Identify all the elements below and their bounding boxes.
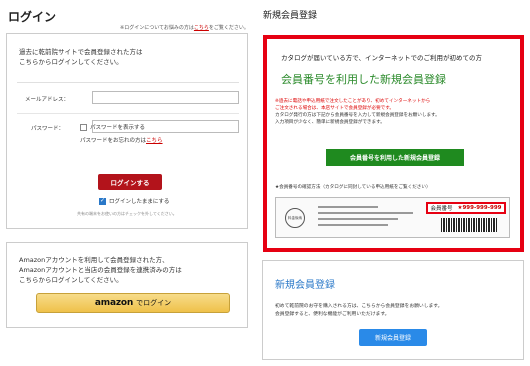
amazon-login-button[interactable]: amazon でログイン <box>36 293 230 313</box>
address-lines <box>318 206 418 230</box>
catalog-warning: ※過去に電話や申込用紙で注文したことがあり、初めてインターネットから ご注文され… <box>275 99 520 112</box>
login-help-link[interactable]: こちら <box>194 25 209 31</box>
member-number-help: ★会員番号の確認方法（カタログに同封している申込用紙をご覧ください） <box>275 185 431 190</box>
forgot-password: パスワードをお忘れの方はこちら <box>80 136 163 144</box>
forgot-password-prefix: パスワードをお忘れの方は <box>80 138 147 144</box>
email-label: メールアドレス： <box>25 97 70 103</box>
member-number-register-button[interactable]: 会員番号を利用した新規会員登録 <box>326 149 464 166</box>
login-intro: 過去に乾前院サイトで会員登録された方は こちらからログインしてください。 <box>19 47 143 67</box>
remember-me-checkbox[interactable]: ✓ <box>99 197 106 205</box>
catalog-heading: カタログが届いている方で、インターネットでのご利用が初めての方 <box>281 54 483 62</box>
catalog-instructions: カタログ発行の方は下記から会員番号を入力して新規会員登録をお願いします。 入力項… <box>275 113 520 126</box>
catalog-registration-panel: カタログが届いている方で、インターネットでのご利用が初めての方 会員番号を利用し… <box>263 35 524 252</box>
catalog-warning-line2: ご注文される場合は、本店サイトで会員登録が必要です。 <box>275 105 394 111</box>
login-intro-line1: 過去に乾前院サイトで会員登録された方は <box>19 48 143 56</box>
show-password-checkbox[interactable] <box>80 123 87 131</box>
show-password-toggle[interactable]: パスワードを表示する <box>80 123 145 131</box>
catalog-registration-title: 会員番号を利用した新規会員登録 <box>281 73 446 86</box>
amazon-intro-line2: Amazonアカウントと当店の会員登録を連携済みの方は <box>19 266 182 274</box>
amazon-login-panel: Amazonアカウントを利用して会員登録された方、 Amazonアカウントと当店… <box>6 242 248 328</box>
postage-stamp-icon: 料金後納 <box>285 208 305 228</box>
new-registration-text-line2: 会員登録すると、便利な機能がご利用いただけます。 <box>275 311 390 317</box>
login-help-note: ※ログインについてお悩みの方はこちらをご覧ください。 <box>120 24 249 31</box>
shared-device-note: 共有の端末をお使いの方はチェックを外してください。 <box>77 211 177 216</box>
remember-me-label: ログインしたままにする <box>109 199 170 205</box>
login-title: ログイン <box>8 10 57 24</box>
new-registration-title: 新規会員登録 <box>275 280 335 291</box>
password-label: パスワード： <box>31 126 65 132</box>
new-registration-text: 初めて乾前院のお守を購入される方は、こちらから会員登録をお願いします。 会員登録… <box>275 303 442 318</box>
barcode-icon <box>441 218 497 232</box>
show-password-label: パスワードを表示する <box>90 125 146 131</box>
login-help-suffix: をご覧ください。 <box>208 25 249 31</box>
new-registration-text-line1: 初めて乾前院のお守を購入される方は、こちらから会員登録をお願いします。 <box>275 304 443 309</box>
amazon-intro-line3: こちらからログインしてください。 <box>19 276 123 284</box>
forgot-password-link[interactable]: こちら <box>146 138 163 144</box>
catalog-card-image: 料金後納 会員番号 ★999-999-999 <box>275 197 510 238</box>
member-number-label: 会員番号 <box>430 206 453 212</box>
form-divider <box>17 113 239 114</box>
new-registration-button[interactable]: 新規会員登録 <box>359 329 427 346</box>
amazon-login-label: でログイン <box>136 299 172 307</box>
login-form: メールアドレス： パスワード： <box>17 82 239 162</box>
login-help-prefix: ※ログインについてお悩みの方は <box>120 25 194 31</box>
email-input[interactable] <box>92 91 239 104</box>
amazon-intro: Amazonアカウントを利用して会員登録された方、 Amazonアカウントと当店… <box>19 255 182 285</box>
amazon-logo: amazon <box>94 298 134 308</box>
login-intro-line2: こちらからログインしてください。 <box>19 58 123 66</box>
catalog-instructions-line2: 入力項目が少なく、簡単に新規会員登録ができます。 <box>275 119 385 125</box>
registration-section-title: 新規会員登録 <box>263 11 318 21</box>
login-panel: 過去に乾前院サイトで会員登録された方は こちらからログインしてください。 メール… <box>6 33 248 229</box>
new-registration-panel: 新規会員登録 初めて乾前院のお守を購入される方は、こちらから会員登録をお願いしま… <box>262 260 524 360</box>
member-number-value: ★999-999-999 <box>457 205 502 211</box>
member-number-highlight: 会員番号 ★999-999-999 <box>426 202 506 214</box>
login-button[interactable]: ログインする <box>98 174 162 190</box>
remember-me-toggle[interactable]: ✓ ログインしたままにする <box>99 197 169 205</box>
amazon-intro-line1: Amazonアカウントを利用して会員登録された方、 <box>19 256 169 264</box>
